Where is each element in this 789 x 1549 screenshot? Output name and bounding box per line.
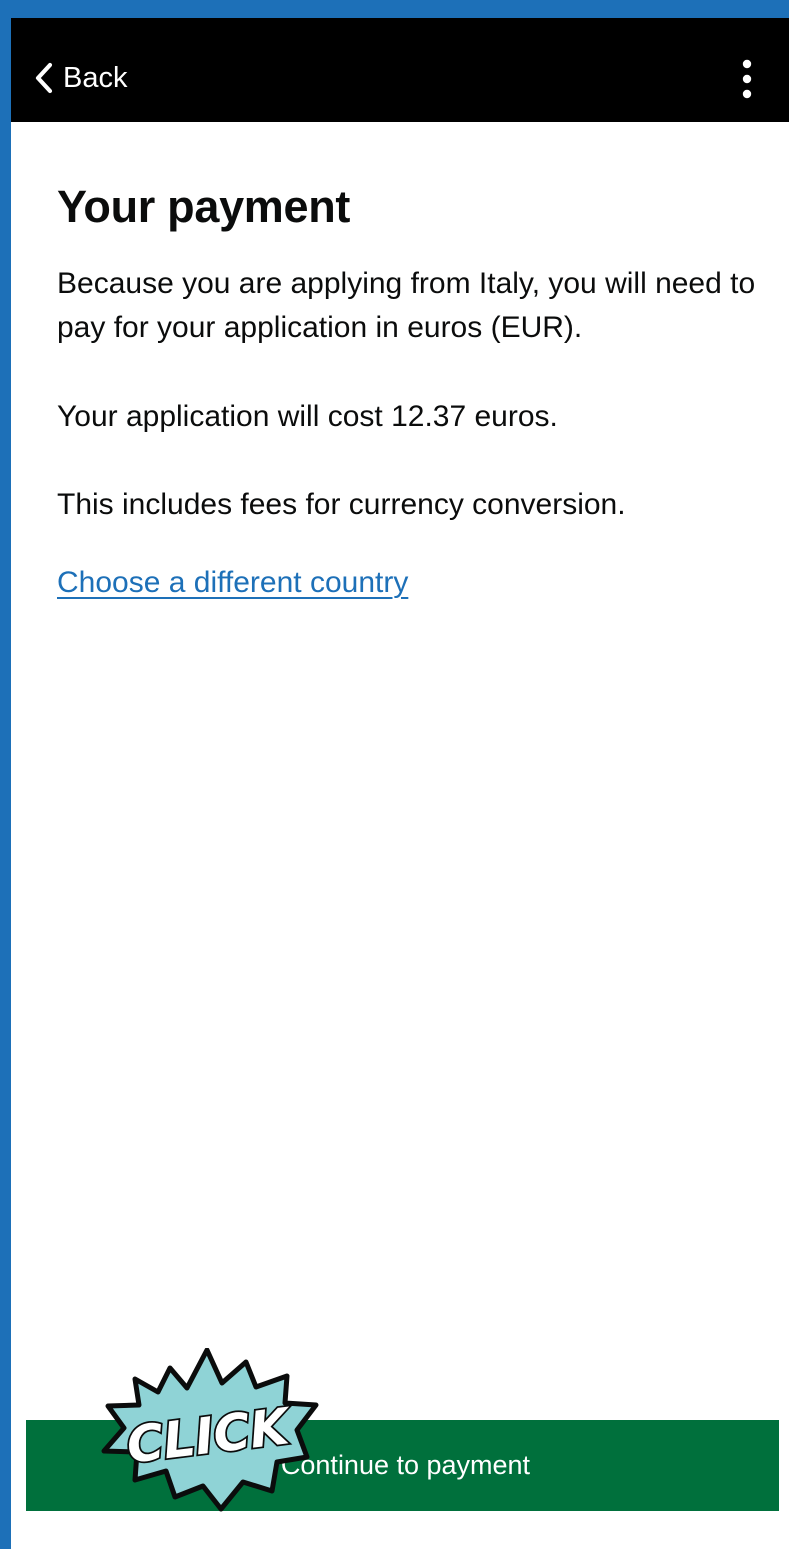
top-navigation-bar: Back xyxy=(11,18,789,122)
choose-different-country-link[interactable]: Choose a different country xyxy=(57,566,408,600)
app-screen: Back Your payment Because you are applyi… xyxy=(11,18,789,1549)
continue-to-payment-button[interactable]: Continue to payment xyxy=(26,1420,779,1511)
back-label: Back xyxy=(63,61,128,94)
continue-button-label: Continue to payment xyxy=(280,1450,531,1480)
back-button[interactable]: Back xyxy=(29,56,127,100)
page-title: Your payment xyxy=(57,181,351,232)
chevron-left-icon xyxy=(35,62,53,94)
currency-explanation: Because you are applying from Italy, you… xyxy=(57,267,756,345)
application-cost: Your application will cost 12.37 euros. xyxy=(57,399,558,433)
fees-note: This includes fees for currency conversi… xyxy=(57,488,626,522)
payment-content: Your payment Because you are applying fr… xyxy=(57,180,757,600)
more-vertical-icon[interactable] xyxy=(735,58,759,100)
